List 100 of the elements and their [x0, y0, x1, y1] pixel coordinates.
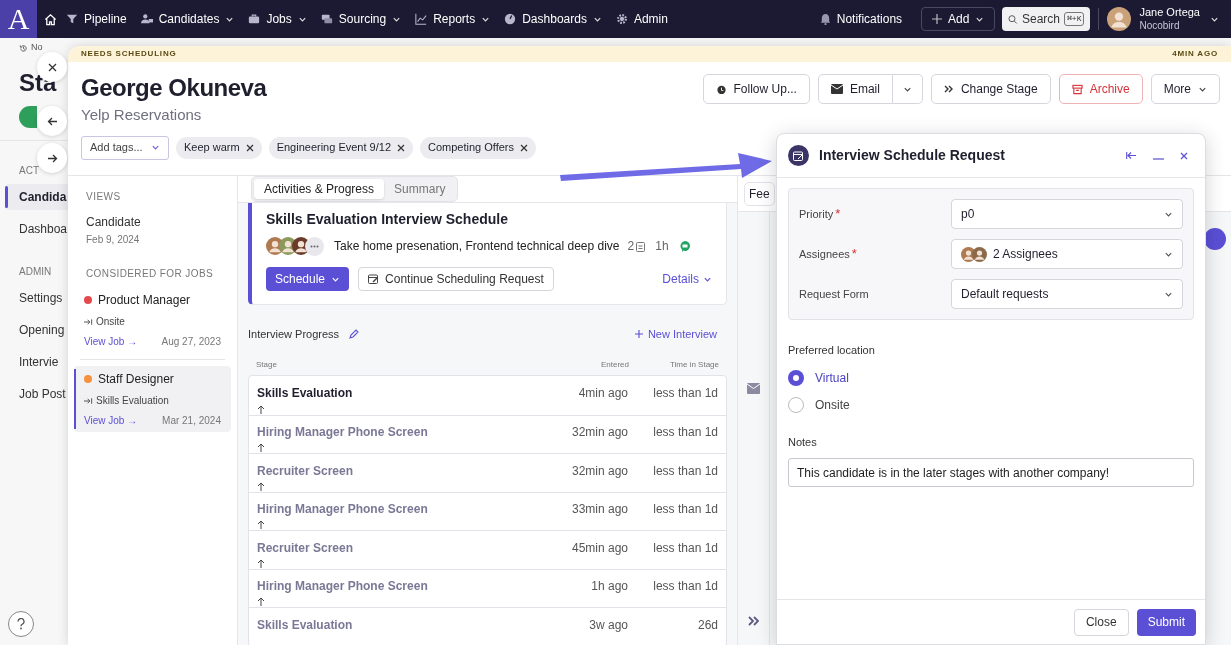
arrow-to-bar-icon	[84, 317, 93, 326]
table-cell-text: 4min ago	[578, 385, 628, 403]
close-button[interactable]: Close	[1073, 608, 1129, 636]
stage-name: Skills Evaluation	[257, 616, 353, 634]
add-button[interactable]: Add	[921, 7, 996, 31]
sidebar-item[interactable]: Intervie	[5, 349, 68, 375]
interview-duration: 1h	[655, 238, 669, 255]
nav-link[interactable]: Candidates	[140, 10, 235, 28]
radio-option[interactable]: Onsite	[788, 395, 1194, 414]
table-cell-text: less than 1d	[652, 462, 718, 480]
sidebar-item[interactable]: Job Post	[5, 381, 68, 407]
change-stage-button[interactable]: Change Stage	[930, 74, 1051, 104]
sidebar-item[interactable]: Dashboa	[5, 216, 68, 242]
plus-icon	[932, 14, 943, 24]
chat-bubble-icon	[678, 239, 691, 253]
double-chevron-icon	[943, 84, 954, 94]
view-job-link[interactable]: View Job →	[84, 334, 138, 349]
app-logo[interactable]: A	[0, 0, 37, 38]
continue-request-button[interactable]: Continue Scheduling Request	[358, 267, 554, 291]
up-arrow-icon	[257, 404, 265, 414]
banner-time: 4MIN AGO	[1172, 48, 1218, 60]
column-header: Entered	[600, 359, 629, 371]
tab[interactable]: Summary	[384, 179, 456, 199]
search-icon	[1008, 13, 1018, 25]
calendar-edit-icon	[368, 274, 380, 284]
close-icon[interactable]	[1180, 151, 1188, 160]
close-icon[interactable]	[520, 143, 529, 152]
forward-button[interactable]	[37, 143, 67, 173]
sidebar-item[interactable]: Opening	[5, 317, 68, 343]
section-label: Preferred location	[788, 343, 876, 358]
envelope-icon	[830, 84, 843, 94]
nav-link[interactable]: Reports	[415, 10, 491, 28]
nav-link[interactable]: Sourcing	[320, 10, 402, 28]
section-label: Notes	[788, 434, 818, 450]
submit-button[interactable]: Submit	[1136, 608, 1196, 636]
briefcase-icon	[248, 13, 261, 25]
table-cell-text: 1h ago	[591, 578, 628, 596]
history-text: No	[31, 41, 43, 55]
view-item[interactable]: Candidate	[86, 213, 231, 231]
nav-link[interactable]: Pipeline	[66, 10, 127, 28]
tag-chip[interactable]: Engineering Event 9/12	[268, 136, 413, 159]
home-icon[interactable]	[44, 12, 57, 26]
close-icon[interactable]	[397, 143, 405, 152]
gauge-icon	[504, 13, 517, 25]
tab[interactable]: Activities & Progress	[254, 179, 385, 199]
question-icon	[16, 618, 26, 630]
notes-field[interactable]: This candidate is in the later stages with another company!	[788, 458, 1194, 487]
tag-chip[interactable]: Competing Offers	[420, 136, 537, 159]
email-button[interactable]: Email	[817, 74, 893, 104]
job-date: Mar 21, 2024	[162, 414, 221, 428]
new-interview-link[interactable]: New Interview	[634, 325, 717, 343]
interview-list: Take home presenation, Frontend technical deep dive	[334, 237, 620, 255]
double-chevron-icon[interactable]	[748, 616, 759, 626]
tab[interactable]: Fee	[744, 181, 775, 206]
archive-button[interactable]: Archive	[1058, 74, 1143, 104]
select-field[interactable]: Default requests	[951, 279, 1183, 309]
search-field[interactable]: Search ⌘+K	[1002, 7, 1091, 31]
more-avatars-icon[interactable]	[305, 236, 324, 256]
right-arrow-icon	[46, 152, 58, 164]
select-field[interactable]: p0	[951, 199, 1183, 229]
assignees-select[interactable]: 2 Assignees	[951, 239, 1183, 269]
field-label: Request Form	[799, 286, 870, 302]
add-tags-dropdown[interactable]: Add tags...	[81, 135, 169, 160]
collapse-icon[interactable]	[1126, 151, 1137, 160]
follow-up-button[interactable]: Follow Up...	[702, 74, 810, 104]
sidebar-item[interactable]: Candida	[5, 184, 68, 210]
table-cell-text: 32min ago	[571, 462, 628, 480]
radio-button[interactable]	[788, 396, 804, 413]
schedule-button[interactable]: Schedule	[266, 267, 350, 291]
job-card[interactable]: Staff Designer Skills Evaluation View Job → Mar 21, 2024	[74, 366, 231, 432]
status-pill[interactable]	[19, 106, 37, 128]
search-label: Search	[1022, 11, 1061, 28]
stage-name: Recruiter Screen	[257, 539, 354, 557]
job-card[interactable]: Product Manager Onsite View Job → Aug 27, 2023	[74, 287, 231, 353]
sidebar-item[interactable]: Settings	[5, 285, 68, 311]
view-job-link[interactable]: View Job →	[84, 413, 138, 428]
envelope-icon[interactable]	[747, 383, 760, 394]
help-button[interactable]	[8, 611, 34, 637]
table-cell-text: 33min ago	[571, 501, 628, 519]
line-chart-icon	[415, 13, 428, 25]
notifications-link[interactable]: Notifications	[819, 10, 903, 28]
nav-link[interactable]: Dashboards	[504, 10, 602, 28]
table-cell-text: less than 1d	[652, 578, 718, 596]
stage-name: Recruiter Screen	[257, 462, 354, 480]
radio-option[interactable]: Virtual	[788, 368, 1194, 387]
shortcut-key: ⌘+K	[1064, 12, 1085, 26]
nav-link[interactable]: Admin	[615, 10, 668, 28]
radio-button[interactable]	[788, 369, 804, 386]
tag-chip[interactable]: Keep warm	[176, 136, 262, 159]
nav-link[interactable]: Jobs	[248, 10, 307, 28]
close-icon[interactable]	[245, 143, 254, 152]
up-arrow-icon	[257, 481, 265, 491]
stage-name: Hiring Manager Phone Screen	[257, 424, 428, 442]
plus-icon	[634, 330, 643, 338]
bell-icon	[819, 13, 831, 25]
section-heading: CONSIDERED FOR JOBS	[86, 267, 215, 281]
details-link[interactable]: Details	[662, 270, 712, 288]
pencil-icon[interactable]	[348, 328, 360, 340]
required-mark: *	[851, 246, 857, 262]
more-button[interactable]: More	[1150, 74, 1220, 104]
